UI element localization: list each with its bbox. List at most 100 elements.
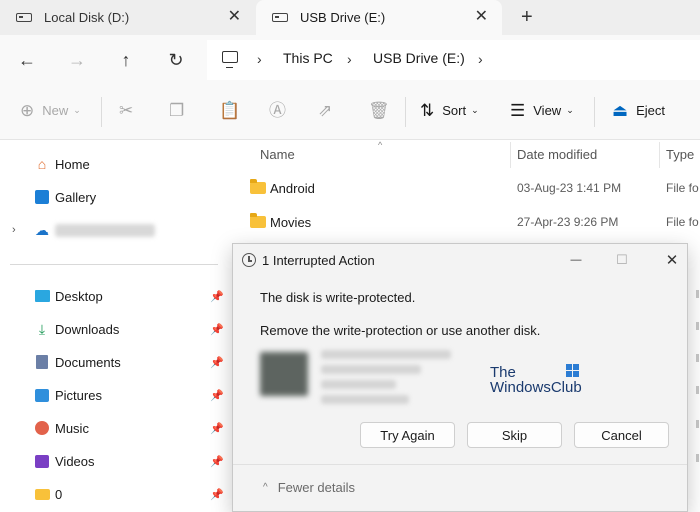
sidebar-item-label: Music (55, 420, 89, 436)
toolbar-divider (405, 97, 406, 127)
command-bar: ⊕ New ⌄ ✂ ❐ 📋 Ⓐ ⇗ 🗑 ⇅ Sort ⌄ ☰ View ⌄ ⏏ … (0, 85, 700, 140)
file-thumbnail (260, 352, 308, 396)
file-row-android[interactable]: Android 03-Aug-23 1:41 PM File fo (228, 174, 700, 204)
sidebar-item-desktop[interactable]: Desktop 📌 (0, 281, 228, 311)
windows-logo-icon (566, 364, 580, 378)
rename-button[interactable]: Ⓐ (269, 102, 294, 119)
new-button[interactable]: ⊕ New ⌄ (20, 102, 81, 119)
tab-local-disk[interactable]: Local Disk (D:) ✕ (0, 0, 255, 35)
column-header-name[interactable]: Name (260, 147, 295, 162)
column-divider[interactable] (510, 142, 511, 168)
sort-icon: ⇅ (420, 101, 435, 120)
close-tab-icon[interactable]: ✕ (475, 9, 488, 25)
copy-button[interactable]: ❐ (169, 102, 192, 119)
up-button[interactable]: ↑ (114, 48, 138, 72)
sidebar-item-downloads[interactable]: ⤓ Downloads 📌 (0, 314, 228, 344)
back-button[interactable]: ← (15, 48, 39, 72)
sort-ascending-icon: ^ (378, 140, 383, 150)
dialog-message-primary: The disk is write-protected. (260, 290, 416, 305)
share-button[interactable]: ⇗ (318, 102, 340, 119)
pin-icon[interactable]: 📌 (210, 356, 224, 369)
sidebar-item-documents[interactable]: Documents 📌 (0, 347, 228, 377)
chevron-right-icon[interactable]: › (257, 51, 262, 67)
fewer-details-label: Fewer details (277, 480, 356, 495)
chevron-right-icon[interactable]: › (12, 224, 16, 236)
sidebar-item-music[interactable]: Music 📌 (0, 413, 228, 443)
music-icon (34, 420, 50, 436)
view-label: View (533, 103, 562, 118)
sidebar-item-label: Home (55, 156, 90, 172)
eject-icon: ⏏ (612, 101, 629, 120)
cancel-button[interactable]: Cancel (574, 422, 669, 448)
sidebar-item-label: 0 (55, 486, 63, 502)
drive-icon (16, 13, 32, 22)
column-header-date-modified[interactable]: Date modified (517, 147, 597, 162)
delete-button[interactable]: 🗑 (368, 102, 398, 119)
file-type: File fo (666, 215, 699, 229)
desktop-icon (34, 288, 50, 304)
sidebar-item-onedrive[interactable]: › ☁ (0, 215, 228, 245)
paste-button[interactable]: 📋 (219, 102, 248, 119)
chevron-right-icon[interactable]: › (347, 51, 352, 67)
column-divider[interactable] (659, 142, 660, 168)
pictures-icon (34, 387, 50, 403)
chevron-up-icon: ^ (263, 482, 268, 493)
column-header-type[interactable]: Type (666, 147, 694, 162)
pin-icon[interactable]: 📌 (210, 389, 224, 402)
forward-button[interactable]: → (65, 48, 89, 72)
scrollbar-mark (696, 322, 699, 330)
navigation-bar: ← → ↑ ↻ › This PC › USB Drive (E:) › (0, 35, 700, 85)
address-bar[interactable]: › This PC › USB Drive (E:) › (207, 40, 700, 80)
sidebar-item-pictures[interactable]: Pictures 📌 (0, 380, 228, 410)
breadcrumb-usb-drive[interactable]: USB Drive (E:) (373, 50, 465, 66)
home-icon: ⌂ (37, 156, 47, 172)
close-tab-icon[interactable]: ✕ (228, 9, 241, 25)
tab-usb-drive[interactable]: USB Drive (E:) ✕ (256, 0, 502, 35)
redacted-file-detail (321, 350, 451, 359)
breadcrumb-this-pc[interactable]: This PC (283, 50, 333, 66)
try-again-button[interactable]: Try Again (360, 422, 455, 448)
redacted-file-detail (321, 380, 396, 389)
skip-button[interactable]: Skip (467, 422, 562, 448)
file-date: 27-Apr-23 9:26 PM (517, 215, 619, 229)
folder-icon (250, 213, 266, 228)
close-button[interactable]: ✕ (660, 250, 684, 270)
pin-icon[interactable]: 📌 (210, 455, 224, 468)
sidebar-item-folder-0[interactable]: 0 📌 (0, 479, 228, 509)
eject-button[interactable]: ⏏ Eject (612, 102, 665, 119)
dialog-title-bar: 1 Interrupted Action — ☐ ✕ (233, 244, 687, 277)
file-type: File fo (666, 181, 699, 195)
sort-label: Sort (442, 103, 467, 118)
sidebar-item-gallery[interactable]: Gallery (0, 182, 228, 212)
pin-icon[interactable]: 📌 (210, 422, 224, 435)
file-row-movies[interactable]: Movies 27-Apr-23 9:26 PM File fo (228, 208, 700, 238)
sidebar-item-label: Gallery (55, 189, 97, 205)
watermark-text: WindowsClub (490, 379, 582, 396)
dialog-footer: ^ Fewer details (233, 464, 687, 511)
folder-icon (34, 486, 50, 502)
fewer-details-toggle[interactable]: ^ Fewer details (263, 480, 355, 495)
cloud-icon: ☁ (35, 221, 49, 238)
minimize-button[interactable]: — (564, 250, 588, 270)
pin-icon[interactable]: 📌 (210, 488, 224, 501)
sidebar-item-videos[interactable]: Videos 📌 (0, 446, 228, 476)
redacted-file-detail (321, 395, 409, 404)
scrollbar-mark (696, 454, 699, 462)
maximize-button[interactable]: ☐ (610, 250, 634, 270)
pin-icon[interactable]: 📌 (210, 290, 224, 303)
refresh-button[interactable]: ↻ (164, 48, 188, 72)
cut-button[interactable]: ✂ (119, 102, 141, 119)
tab-bar: Local Disk (D:) ✕ USB Drive (E:) ✕ + (0, 0, 700, 35)
clipboard-icon: 📋 (219, 101, 241, 120)
sidebar-item-home[interactable]: ⌂ Home (0, 149, 228, 179)
videos-icon (34, 453, 50, 469)
pin-icon[interactable]: 📌 (210, 323, 224, 336)
chevron-right-icon[interactable]: › (478, 51, 483, 67)
copy-icon: ❐ (169, 101, 185, 120)
new-tab-button[interactable]: + (521, 7, 533, 27)
sidebar-item-label: Documents (55, 354, 121, 370)
view-button[interactable]: ☰ View ⌄ (510, 102, 574, 119)
toolbar-divider (101, 97, 102, 127)
sort-button[interactable]: ⇅ Sort ⌄ (420, 102, 479, 119)
file-name: Android (270, 181, 315, 196)
